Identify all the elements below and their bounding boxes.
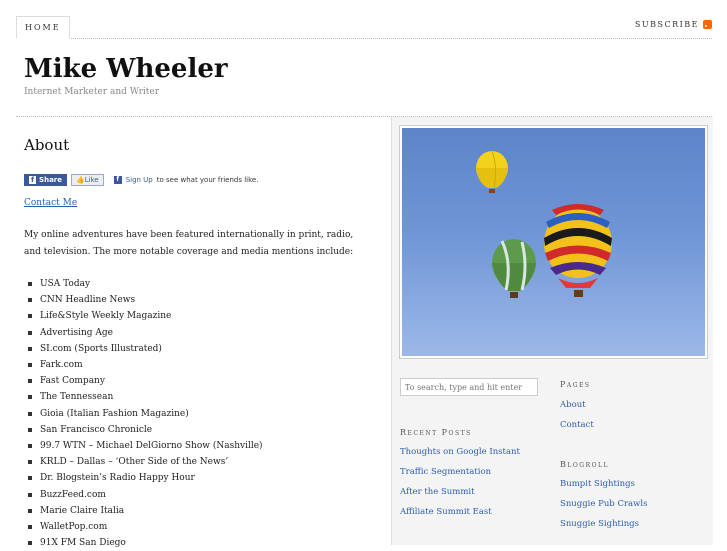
facebook-share-button[interactable]: f Share: [24, 174, 67, 186]
list-item: Fark.com: [24, 357, 263, 373]
signup-text: to see what your friends like.: [156, 176, 259, 184]
recent-posts-list: Thoughts on Google Instant Traffic Segme…: [400, 442, 520, 522]
media-mentions-list: USA Today CNN Headline News Life&Style W…: [24, 276, 263, 551]
pages-title: Pages: [560, 380, 591, 389]
blogroll-link[interactable]: Bumpit Sightings: [560, 474, 647, 494]
green-balloon: [492, 239, 536, 298]
pages-list: About Contact: [560, 395, 594, 435]
recent-post-link[interactable]: Traffic Segmentation: [400, 462, 520, 482]
contact-me-link[interactable]: Contact Me: [24, 198, 77, 208]
page-link-contact[interactable]: Contact: [560, 415, 594, 435]
hot-air-balloons-photo: [402, 128, 705, 356]
recent-post-link[interactable]: After the Summit: [400, 482, 520, 502]
list-item: 99.7 WTN – Michael DelGiorno Show (Nashv…: [24, 438, 263, 454]
facebook-like-button[interactable]: 👍Like: [71, 174, 104, 186]
social-buttons: f Share 👍Like f Sign Up to see what your…: [24, 174, 258, 186]
blogroll-title: Blogroll: [560, 460, 609, 469]
rss-icon[interactable]: [703, 20, 712, 29]
subscribe-label[interactable]: SUBSCRIBE: [635, 20, 699, 29]
list-item: Marie Claire Italia: [24, 503, 263, 519]
striped-balloon: [544, 204, 612, 297]
facebook-signup-icon: f: [113, 176, 122, 184]
list-item: Fast Company: [24, 373, 263, 389]
list-item: KRLD – Dallas – ‘Other Side of the News’: [24, 454, 263, 470]
recent-post-link[interactable]: Affiliate Summit East: [400, 502, 520, 522]
search-input[interactable]: [400, 378, 538, 396]
list-item: Life&Style Weekly Magazine: [24, 308, 263, 324]
signup-link[interactable]: Sign Up: [126, 176, 153, 184]
yellow-balloon: [476, 150, 508, 193]
share-label: Share: [39, 176, 62, 184]
list-item: 91X FM San Diego: [24, 535, 263, 551]
list-item: Advertising Age: [24, 325, 263, 341]
recent-posts-title: Recent Posts: [400, 428, 472, 437]
list-item: The Tennessean: [24, 389, 263, 405]
list-item: USA Today: [24, 276, 263, 292]
top-nav: HOME SUBSCRIBE: [16, 16, 712, 39]
list-item: SI.com (Sports Illustrated): [24, 341, 263, 357]
page-link-about[interactable]: About: [560, 395, 594, 415]
list-item: BuzzFeed.com: [24, 487, 263, 503]
blogroll-list: Bumpit Sightings Snuggie Pub Crawls Snug…: [560, 474, 647, 534]
site-title[interactable]: Mike Wheeler: [24, 54, 228, 84]
intro-paragraph: My online adventures have been featured …: [24, 230, 354, 257]
subscribe-link[interactable]: SUBSCRIBE: [635, 20, 712, 29]
page-title: About: [24, 136, 70, 154]
list-item: Dr. Blogstein’s Radio Happy Hour: [24, 470, 263, 486]
facebook-icon: f: [29, 176, 37, 184]
recent-post-link[interactable]: Thoughts on Google Instant: [400, 442, 520, 462]
list-item: San Francisco Chronicle: [24, 422, 263, 438]
blogroll-link[interactable]: Snuggie Sightings: [560, 514, 647, 534]
nav-home-tab[interactable]: HOME: [16, 16, 70, 39]
header-photo-frame: [399, 125, 708, 359]
balloons-illustration: [476, 150, 612, 298]
list-item: Gioia (Italian Fashion Magazine): [24, 406, 263, 422]
site-description: Internet Marketer and Writer: [24, 87, 160, 97]
list-item: WalletPop.com: [24, 519, 263, 535]
list-item: CNN Headline News: [24, 292, 263, 308]
blogroll-link[interactable]: Snuggie Pub Crawls: [560, 494, 647, 514]
like-label: Like: [84, 176, 99, 184]
thumbs-up-icon: 👍: [76, 176, 85, 184]
